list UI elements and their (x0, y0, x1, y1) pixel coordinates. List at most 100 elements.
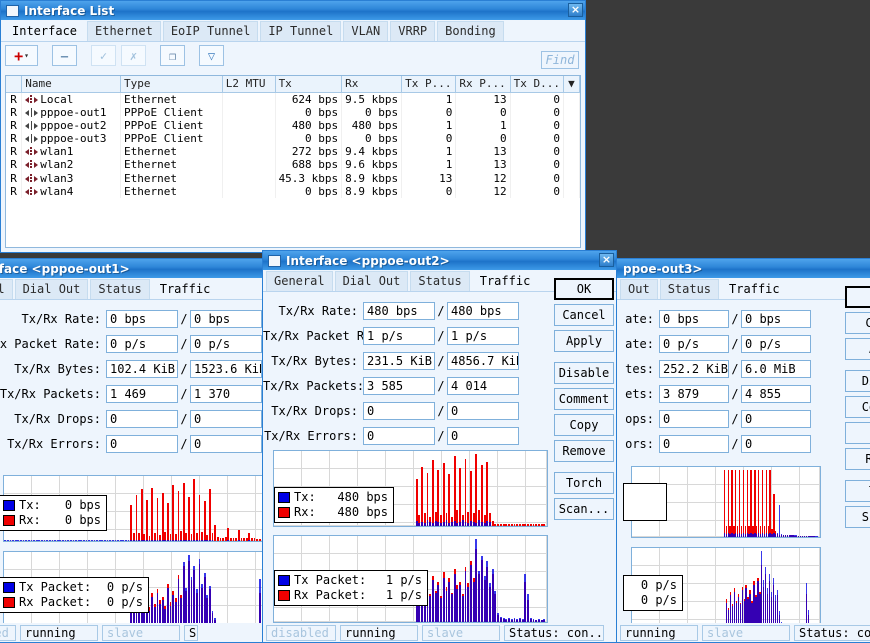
filter-button[interactable]: ▽ (199, 45, 224, 66)
pppoe-out1-tx-value[interactable]: 102.4 KiB (106, 359, 178, 378)
column-chooser-icon[interactable]: ▼ (563, 76, 580, 93)
pppoe-out2-scan-button[interactable]: Scan... (554, 498, 614, 520)
pppoe-out2-rx-value[interactable]: 0 (447, 401, 519, 420)
column-header-rx-p-[interactable]: Rx P... (455, 76, 511, 93)
pppoe-out2-rx-value[interactable]: 480 bps (447, 301, 519, 320)
close-icon[interactable]: × (568, 3, 583, 17)
pppoe-out1-tx-value[interactable]: 1 469 (106, 384, 178, 403)
pppoe-out3-remove-button[interactable]: Remove (845, 448, 870, 470)
pppoe-out2-tx-value[interactable]: 1 p/s (363, 326, 435, 345)
pppoe-out1-rx-value[interactable]: 0 bps (190, 309, 262, 328)
pppoe-out2-comment-button[interactable]: Comment (554, 388, 614, 410)
table-row[interactable]: Rwlan4 Ethernet 0 bps 8.9 kbps 0 12 0 (6, 184, 580, 198)
table-row[interactable]: Rwlan2 Ethernet 688 bps 9.6 kbps 1 13 0 (6, 158, 580, 172)
table-row[interactable]: R Local Ethernet 624 bps 9.5 kbps 1 13 0 (6, 92, 580, 106)
pppoe-out2-ok-button[interactable]: OK (554, 278, 614, 300)
tab-general[interactable]: General (266, 271, 333, 291)
pppoe-out3-copy-button[interactable]: Copy (845, 422, 870, 444)
pppoe-out2-remove-button[interactable]: Remove (554, 440, 614, 462)
pppoe-out3-cancel-button[interactable]: Cancel (845, 312, 870, 334)
pppoe-out3-tx-value[interactable]: 0 p/s (659, 334, 729, 353)
pppoe-out3-comment-button[interactable]: Comment (845, 396, 870, 418)
tab-status[interactable]: Status (90, 279, 150, 299)
tab-dial-out[interactable]: Dial Out (334, 271, 409, 291)
pppoe-out1-tx-value[interactable]: 0 p/s (106, 334, 178, 353)
tab-dial-out[interactable]: Dial Out (14, 279, 89, 299)
pppoe-out2-disable-button[interactable]: Disable (554, 362, 614, 384)
pppoe-out2-titlebar[interactable]: Interface <pppoe-out2> × (263, 251, 616, 270)
pppoe-out1-tabs[interactable]: GeneralDial OutStatusTraffic (0, 278, 279, 300)
pppoe-out3-rx-value[interactable]: 0 (741, 409, 811, 428)
tab-status[interactable]: Status (410, 271, 470, 291)
tab-ip-tunnel[interactable]: IP Tunnel (260, 21, 342, 41)
pppoe-out1-rx-value[interactable]: 1 370 (190, 384, 262, 403)
pppoe-out1-tx-value[interactable]: 0 (106, 409, 178, 428)
tab-vrrp[interactable]: VRRP (390, 21, 436, 41)
pppoe-out2-torch-button[interactable]: Torch (554, 472, 614, 494)
table-row[interactable]: Rpppoe-out3 PPPoE Client 0 bps 0 bps 0 0 0 (6, 131, 580, 146)
close-icon[interactable]: × (599, 253, 614, 267)
pppoe-out1-tx-value[interactable]: 0 bps (106, 309, 178, 328)
disable-button[interactable]: ✗ (121, 45, 146, 66)
pppoe-out1-rx-value[interactable]: 1523.6 KiB (190, 359, 262, 378)
table-row[interactable]: Rpppoe-out2 PPPoE Client 480 bps 480 bps 1 1 0 (6, 118, 580, 132)
tab-general[interactable]: General (0, 279, 13, 299)
pppoe-out3-disable-button[interactable]: Disable (845, 370, 870, 392)
pppoe-out3-tx-value[interactable]: 3 879 (659, 384, 729, 403)
pppoe-out3-scan-button[interactable]: Scan... (845, 506, 870, 528)
column-header-flags[interactable] (6, 76, 23, 93)
pppoe-out3-ok-button[interactable]: OK (845, 286, 870, 308)
enable-button[interactable]: ✓ (91, 45, 116, 66)
remove-button[interactable]: – (52, 45, 77, 66)
pppoe-out2-tx-value[interactable]: 0 (363, 426, 435, 445)
pppoe-out2-tx-value[interactable]: 231.5 KiB (363, 351, 435, 370)
interface-list-titlebar[interactable]: Interface List × (1, 1, 585, 20)
table-body[interactable]: R Local Ethernet 624 bps 9.5 kbps 1 13 0 Rpppoe-… (6, 92, 580, 198)
interface-table-container[interactable]: Name Type L2 MTU Tx Rx Tx P... Rx P... Tx D... ▼… (5, 75, 581, 248)
pppoe-out3-rx-value[interactable]: 0 bps (741, 309, 811, 328)
pppoe-out3-button-column[interactable]: OK Cancel Apply Disable Comment Copy Remove Tor… (845, 286, 870, 532)
pppoe-out3-titlebar[interactable]: ppoe-out3> (617, 259, 870, 278)
tab-traffic[interactable]: Traffic (151, 279, 219, 299)
tab-status[interactable]: Status (659, 279, 720, 299)
tab-ethernet[interactable]: Ethernet (87, 21, 161, 41)
table-row[interactable]: Rwlan1 Ethernet 272 bps 9.4 kbps 1 13 0 (6, 145, 580, 159)
pppoe-out2-rx-value[interactable]: 0 (447, 426, 519, 445)
table-row[interactable]: Rwlan3 Ethernet 45.3 kbps 8.9 kbps 13 12 0 (6, 171, 580, 185)
comment-button[interactable]: ❐ (160, 45, 185, 66)
tab-eoip-tunnel[interactable]: EoIP Tunnel (162, 21, 259, 41)
pppoe-out2-apply-button[interactable]: Apply (554, 330, 614, 352)
pppoe-out1-tx-value[interactable]: 0 (106, 434, 178, 453)
column-header-type[interactable]: Type (120, 76, 223, 93)
pppoe-out2-cancel-button[interactable]: Cancel (554, 304, 614, 326)
pppoe-out2-tx-value[interactable]: 3 585 (363, 376, 435, 395)
pppoe-out3-tx-value[interactable]: 0 (659, 409, 729, 428)
pppoe-out3-tx-value[interactable]: 0 bps (659, 309, 729, 328)
pppoe-out1-rx-value[interactable]: 0 (190, 409, 262, 428)
pppoe-out3-rx-value[interactable]: 4 855 (741, 384, 811, 403)
tab-out[interactable]: Out (620, 279, 658, 299)
chevron-down-icon[interactable]: ▾ (24, 51, 29, 60)
column-header-name[interactable]: Name (21, 76, 122, 93)
find-input[interactable]: Find (541, 51, 579, 69)
pppoe-out3-tx-value[interactable]: 0 (659, 434, 729, 453)
pppoe-out2-copy-button[interactable]: Copy (554, 414, 614, 436)
pppoe-out3-tx-value[interactable]: 252.2 KiB (659, 359, 729, 378)
pppoe-out2-tx-value[interactable]: 480 bps (363, 301, 435, 320)
interface-list-toolbar[interactable]: + ▾ – ✓ ✗ ❐ ▽ (1, 42, 585, 69)
table-row[interactable]: Rpppoe-out1 PPPoE Client 0 bps 0 bps 0 0 0 (6, 105, 580, 119)
tab-interface[interactable]: Interface (4, 21, 86, 41)
pppoe-out3-tabs[interactable]: Out Status Traffic (617, 278, 870, 300)
pppoe-out3-rx-value[interactable]: 6.0 MiB (741, 359, 811, 378)
column-header-tx-p-[interactable]: Tx P... (401, 76, 457, 93)
pppoe-out1-rx-value[interactable]: 0 (190, 434, 262, 453)
pppoe-out2-tx-value[interactable]: 0 (363, 401, 435, 420)
column-header-l2-mtu[interactable]: L2 MTU (222, 76, 276, 93)
add-button[interactable]: + ▾ (5, 45, 38, 66)
pppoe-out3-rx-value[interactable]: 0 p/s (741, 334, 811, 353)
pppoe-out2-button-column[interactable]: OK Cancel Apply Disable Comment Copy Remove Tor… (554, 278, 614, 524)
tab-traffic[interactable]: Traffic (471, 271, 539, 291)
pppoe-out1-rx-value[interactable]: 0 p/s (190, 334, 262, 353)
tab-vlan[interactable]: VLAN (343, 21, 389, 41)
pppoe-out3-apply-button[interactable]: Apply (845, 338, 870, 360)
